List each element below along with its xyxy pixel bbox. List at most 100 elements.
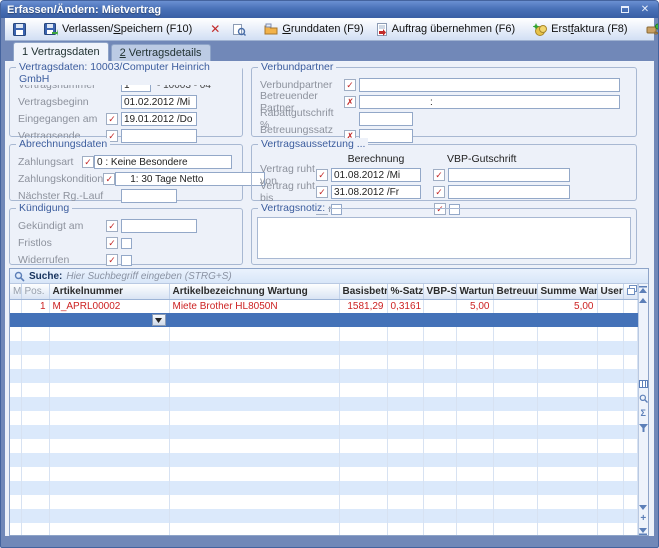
note-check-icon[interactable]: ✓ bbox=[433, 186, 445, 198]
ruht-bis-berechnung-input[interactable] bbox=[331, 185, 421, 199]
zahlungsart-input[interactable] bbox=[94, 155, 232, 169]
row-down-icon[interactable] bbox=[639, 505, 647, 510]
vertragsende-input[interactable] bbox=[121, 129, 197, 143]
table-row-empty[interactable] bbox=[10, 523, 637, 536]
note-check-icon[interactable]: ✓ bbox=[103, 173, 115, 185]
filter-icon[interactable] bbox=[639, 424, 648, 432]
col-summe-wartung[interactable]: Summe Wartung € bbox=[537, 284, 597, 299]
note-check-icon[interactable]: ✓ bbox=[82, 156, 94, 168]
tab2-number: 2 bbox=[120, 47, 126, 59]
table-row-selected[interactable] bbox=[10, 313, 637, 327]
table-row-empty[interactable] bbox=[10, 439, 637, 453]
col-user[interactable]: User bbox=[597, 284, 623, 299]
note-check-icon[interactable]: ✓ bbox=[316, 186, 328, 198]
group-vertragsaussetzung: Vertragsaussetzung ... Berechnung VBP-Gu… bbox=[251, 144, 637, 201]
col-artikelnummer[interactable]: Artikelnummer bbox=[49, 284, 169, 299]
order-takeover-icon bbox=[376, 23, 388, 36]
group-kuendigung: Kündigung Gekündigt am ✓ Fristlos ✓ Wide… bbox=[9, 208, 243, 265]
table-row-empty[interactable] bbox=[10, 509, 637, 523]
insert-row-icon[interactable]: + bbox=[640, 515, 646, 523]
close-button[interactable]: ✕ bbox=[638, 4, 652, 16]
col-betreuung[interactable]: Betreuung € bbox=[493, 284, 537, 299]
zahlungskondition-label: Zahlungskondition bbox=[18, 173, 103, 185]
grunddaten-button[interactable]: Grunddaten (F9) bbox=[259, 19, 368, 39]
grid-nav-strip: Σ + bbox=[638, 284, 649, 536]
fristlos-checkbox[interactable] bbox=[121, 238, 132, 249]
table-row-empty[interactable] bbox=[10, 467, 637, 481]
delete-icon: ✕ bbox=[210, 23, 220, 35]
table-row-empty[interactable] bbox=[10, 425, 637, 439]
vertragsnotiz-textarea[interactable] bbox=[257, 217, 631, 259]
tab-strip: 1Vertragsdaten 2Vertragsdetails bbox=[5, 41, 654, 61]
scroll-to-bottom-icon[interactable] bbox=[639, 528, 647, 535]
col-prozent-satz[interactable]: %-Satz bbox=[387, 284, 423, 299]
widerrufen-checkbox[interactable] bbox=[121, 255, 132, 266]
vertragsbeginn-input[interactable] bbox=[121, 95, 197, 109]
tab-vertragsdetails[interactable]: 2Vertragsdetails bbox=[111, 44, 211, 61]
auftrag-label: Auftrag übernehmen (F6) bbox=[392, 23, 516, 35]
table-row-empty[interactable] bbox=[10, 481, 637, 495]
row-up-icon[interactable] bbox=[639, 298, 647, 303]
note-check-icon[interactable]: ✓ bbox=[106, 220, 118, 232]
lookup-button[interactable] bbox=[227, 19, 251, 39]
verbundpartner-input[interactable] bbox=[359, 78, 620, 92]
search-icon bbox=[14, 271, 25, 282]
note-check-icon[interactable]: ✓ bbox=[433, 169, 445, 181]
leave-save-icon bbox=[44, 23, 58, 36]
col-vbp-satz[interactable]: VBP-Satz bbox=[423, 284, 456, 299]
columns-icon[interactable] bbox=[639, 380, 648, 388]
group-vertragsaussetzung-title: Vertragsaussetzung ... bbox=[258, 138, 368, 150]
table-row-empty[interactable] bbox=[10, 411, 637, 425]
extras-button[interactable]: Extras bbox=[641, 19, 659, 39]
col-artikelbezeichnung[interactable]: Artikelbezeichnung Wartung bbox=[169, 284, 339, 299]
artikel-dropdown-button[interactable] bbox=[152, 314, 166, 326]
erstfaktura-button[interactable]: Erstfaktura (F8) bbox=[528, 19, 632, 39]
leave-save-button[interactable]: Verlassen/Speichern (F10) bbox=[39, 19, 197, 39]
tab2-label: Vertragsdetails bbox=[129, 47, 202, 59]
rabattgutschrift-input[interactable] bbox=[359, 112, 413, 126]
ruht-von-berechnung-input[interactable] bbox=[331, 168, 421, 182]
betreuender-partner-input[interactable] bbox=[359, 95, 620, 109]
toolbar: Verlassen/Speichern (F10) ✕ Grunddaten (… bbox=[5, 18, 654, 41]
group-vertragsdaten-title: Vertragsdaten: 10003/Computer Heinrich G… bbox=[16, 61, 242, 85]
tab-vertragsdaten[interactable]: 1Vertragsdaten bbox=[13, 42, 109, 61]
note-check-icon[interactable]: ✓ bbox=[106, 237, 118, 249]
note-check-icon[interactable]: ✓ bbox=[106, 254, 118, 266]
save-button[interactable] bbox=[8, 19, 31, 39]
copy-window-icon[interactable] bbox=[627, 285, 637, 295]
restore-button[interactable] bbox=[618, 4, 632, 16]
ruht-von-vbp-input[interactable] bbox=[448, 168, 570, 182]
note-check-icon[interactable]: ✓ bbox=[316, 169, 328, 181]
eingegangen-am-input[interactable] bbox=[121, 112, 197, 126]
cell-user bbox=[597, 299, 623, 313]
delete-button[interactable]: ✕ bbox=[205, 19, 225, 39]
scroll-to-top-icon[interactable] bbox=[639, 286, 647, 293]
naechster-rglauf-input[interactable] bbox=[121, 189, 177, 203]
table-row-empty[interactable] bbox=[10, 327, 637, 341]
grunddaten-label: Grunddaten (F9) bbox=[282, 23, 363, 35]
note-x-icon[interactable]: ✗ bbox=[344, 96, 356, 108]
table-row-empty[interactable] bbox=[10, 355, 637, 369]
grid-search-bar[interactable]: Suche: Hier Suchbegriff eingeben (STRG+S… bbox=[10, 269, 648, 284]
table-row-empty[interactable] bbox=[10, 453, 637, 467]
col-wartung[interactable]: Wartung € bbox=[456, 284, 493, 299]
table-row[interactable]: 1 M_APRL00002 Miete Brother HL8050N 1581… bbox=[10, 299, 637, 313]
group-vertragsdaten: Vertragsdaten: 10003/Computer Heinrich G… bbox=[9, 67, 243, 137]
table-row-empty[interactable] bbox=[10, 369, 637, 383]
erstfaktura-label: Erstfaktura (F8) bbox=[551, 23, 627, 35]
table-row-empty[interactable] bbox=[10, 383, 637, 397]
ruht-bis-vbp-input[interactable] bbox=[448, 185, 570, 199]
sum-icon[interactable]: Σ bbox=[641, 409, 646, 418]
auftrag-uebernehmen-button[interactable]: Auftrag übernehmen (F6) bbox=[371, 19, 521, 39]
table-row-empty[interactable] bbox=[10, 341, 637, 355]
zahlungskondition-input[interactable] bbox=[115, 172, 265, 186]
col-m[interactable]: M bbox=[10, 284, 21, 299]
note-check-icon[interactable]: ✓ bbox=[344, 79, 356, 91]
table-row-empty[interactable] bbox=[10, 397, 637, 411]
gekuendigt-am-input[interactable] bbox=[121, 219, 197, 233]
col-pos[interactable]: Pos. bbox=[21, 284, 49, 299]
table-row-empty[interactable] bbox=[10, 495, 637, 509]
grid-search-icon[interactable] bbox=[639, 394, 648, 403]
note-check-icon[interactable]: ✓ bbox=[106, 113, 118, 125]
col-basisbetrag[interactable]: Basisbetrag € bbox=[339, 284, 387, 299]
